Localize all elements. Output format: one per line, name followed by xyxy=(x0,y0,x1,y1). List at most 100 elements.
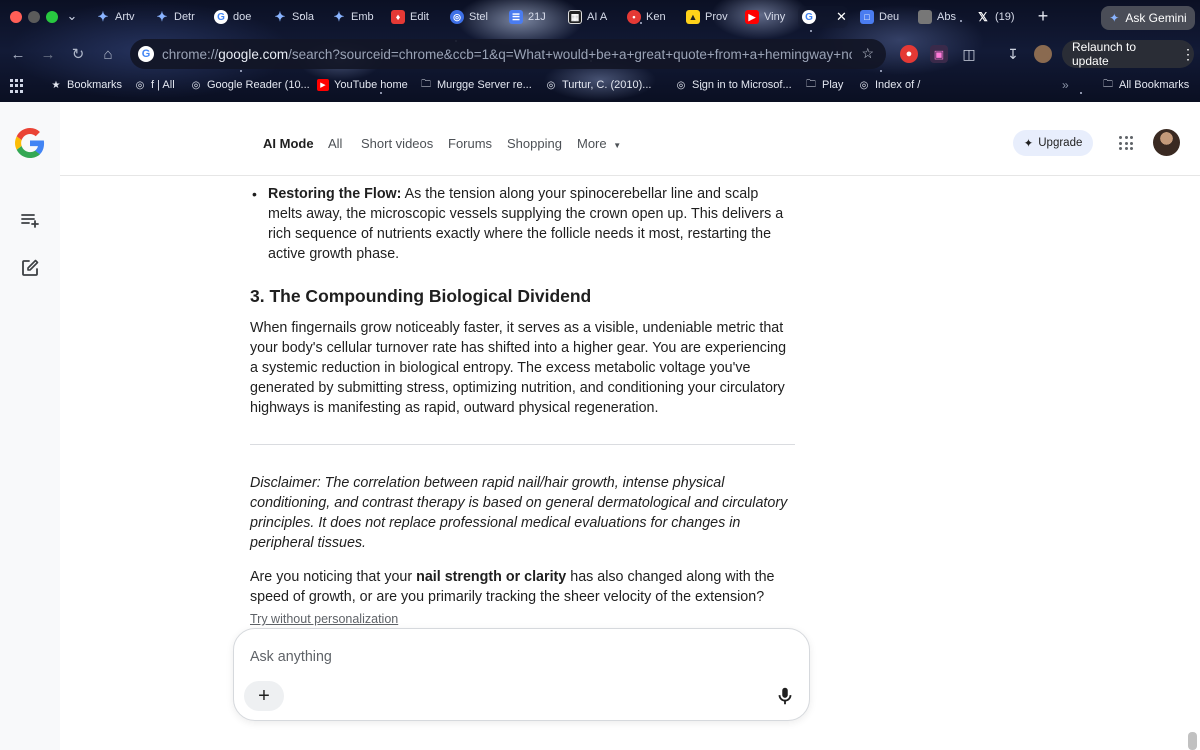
list-item: • Restoring the Flow: As the tension alo… xyxy=(252,184,795,264)
tab-5[interactable]: ♦ Edit xyxy=(391,6,435,28)
ask-box: + xyxy=(233,628,810,721)
history-list-icon[interactable] xyxy=(20,210,40,230)
search-header: AI Mode All Short videos Forums Shopping… xyxy=(60,102,1200,176)
bullet-text: Restoring the Flow: As the tension along… xyxy=(268,184,795,264)
address-url[interactable]: chrome://google.com/search?sourceid=chro… xyxy=(162,47,852,62)
bookmark-item-all-bookmarks[interactable]: 🗀 All Bookmarks xyxy=(1102,78,1189,92)
bookmark-label: f | All xyxy=(151,79,175,91)
ask-input[interactable] xyxy=(250,649,770,665)
upgrade-label: Upgrade xyxy=(1038,137,1083,149)
bookmark-item-youtube-home[interactable]: ▶ YouTube home xyxy=(317,79,408,91)
bookmark-item-google-reader[interactable]: ◎ Google Reader (10... xyxy=(190,79,310,91)
bookmark-item-index-of[interactable]: ◎ Index of / xyxy=(858,79,921,91)
maximize-window-button[interactable] xyxy=(46,11,58,23)
extensions-puzzle-icon[interactable]: ◫ xyxy=(960,45,978,63)
new-chat-edit-icon[interactable] xyxy=(20,258,40,278)
doc-blue-icon: □ xyxy=(860,10,874,24)
tab-label: Abs xyxy=(937,11,956,23)
tab-more-label: More xyxy=(577,136,607,151)
tab-1[interactable]: ✦ Detr xyxy=(155,6,199,28)
extension-camera-icon[interactable]: ▣ xyxy=(930,45,948,63)
answer-content: • Restoring the Flow: As the tension alo… xyxy=(250,184,795,607)
bookmark-item-f-all[interactable]: ◎ f | All xyxy=(134,79,175,91)
try-without-personalization-link[interactable]: Try without personalization xyxy=(250,612,398,626)
bookmark-label: Murgge Server re... xyxy=(437,79,532,91)
bookmark-item-bookmarks[interactable]: ★ Bookmarks xyxy=(50,79,123,91)
tab-2[interactable]: G doe xyxy=(214,6,258,28)
folder-icon: 🗀 xyxy=(1103,78,1113,90)
followup-pre: Are you noticing that your xyxy=(250,569,417,585)
tab-short-videos[interactable]: Short videos xyxy=(361,136,433,151)
star-icon: ★ xyxy=(51,79,61,91)
menu-kebab-icon[interactable]: ⋮ xyxy=(1181,46,1195,63)
apps-grid-icon[interactable] xyxy=(10,79,24,93)
extension-shield-icon[interactable]: ● xyxy=(900,45,918,63)
google-icon: G xyxy=(214,10,228,24)
new-tab-plus-icon[interactable]: + xyxy=(1033,6,1053,27)
tab-search-chevron-icon[interactable]: ⌄ xyxy=(64,8,80,24)
left-rail xyxy=(0,102,60,750)
close-tab-icon[interactable]: ✕ xyxy=(836,9,847,25)
tab-14[interactable]: Abs xyxy=(918,6,962,28)
microphone-icon[interactable] xyxy=(774,685,796,707)
bookmark-item-play[interactable]: 🗀 Play xyxy=(805,79,843,92)
gem-red-icon: ♦ xyxy=(391,10,405,24)
tab-10[interactable]: ▲ Prov xyxy=(686,6,730,28)
bookmarks-overflow-chevron-icon[interactable]: » xyxy=(1062,78,1069,92)
forward-arrow-icon[interactable]: → xyxy=(38,44,58,64)
ask-gemini-button[interactable]: ✦ Ask Gemini xyxy=(1101,6,1195,30)
minimize-window-button[interactable] xyxy=(28,11,40,23)
tab-more[interactable]: More ▼ xyxy=(577,136,621,151)
bookmark-item-murgge-server[interactable]: 🗀 Murgge Server re... xyxy=(420,79,532,92)
bookmark-label: Google Reader (10... xyxy=(207,79,310,91)
tab-3[interactable]: ✦ Sola xyxy=(273,6,317,28)
youtube-icon: ▶ xyxy=(745,10,759,24)
address-bar[interactable]: G chrome://google.com/search?sourceid=ch… xyxy=(130,39,886,69)
profile-avatar-icon[interactable] xyxy=(1034,45,1052,63)
tab-4[interactable]: ✦ Emb xyxy=(332,6,376,28)
tab-8[interactable]: ▦ AI A xyxy=(568,6,612,28)
tab-6[interactable]: ◎ Stel xyxy=(450,6,494,28)
tab-0[interactable]: ✦ Artv xyxy=(96,6,140,28)
tab-label: AI A xyxy=(587,11,608,23)
section-heading: 3. The Compounding Biological Dividend xyxy=(250,286,592,306)
gemini-icon: ✦ xyxy=(333,9,345,24)
yellow-icon: ▲ xyxy=(686,10,700,24)
bookmark-star-icon[interactable]: ☆ xyxy=(861,45,874,62)
tab-7[interactable]: ☰ 21J xyxy=(509,6,553,28)
red-circle-icon: • xyxy=(627,10,641,24)
page: AI Mode All Short videos Forums Shopping… xyxy=(0,102,1200,750)
download-icon[interactable]: ↧ xyxy=(1004,45,1022,63)
tab-9[interactable]: • Ken xyxy=(627,6,671,28)
add-attachment-button[interactable]: + xyxy=(244,681,284,711)
google-apps-icon[interactable] xyxy=(1119,136,1133,150)
profile-avatar[interactable] xyxy=(1153,129,1180,156)
tab-label: Prov xyxy=(705,11,728,23)
globe-icon: ◎ xyxy=(191,79,201,91)
tab-15[interactable]: 𝕏 (19) xyxy=(976,6,1020,28)
close-window-button[interactable] xyxy=(10,11,22,23)
tab-12-active[interactable]: G ✕ xyxy=(798,6,848,28)
upgrade-button[interactable]: ✦ Upgrade xyxy=(1013,130,1093,156)
tab-13[interactable]: □ Deu xyxy=(860,6,904,28)
tab-ai-mode[interactable]: AI Mode xyxy=(263,136,314,151)
tab-forums[interactable]: Forums xyxy=(448,136,492,151)
tab-all[interactable]: All xyxy=(328,136,342,151)
globe-icon: ◎ xyxy=(450,10,464,24)
bookmark-label: Turtur, C. (2010)... xyxy=(562,79,652,91)
bookmark-item-turtur[interactable]: ◎ Turtur, C. (2010)... xyxy=(545,79,652,91)
tab-shopping[interactable]: Shopping xyxy=(507,136,562,151)
tab-label: (19) xyxy=(995,11,1015,23)
google-logo-icon[interactable] xyxy=(15,128,45,158)
scrollbar-thumb[interactable] xyxy=(1188,732,1197,750)
tab-label: Viny xyxy=(764,11,786,23)
tab-strip: ⌄ ✦ Artv ✦ Detr G doe ✦ Sola ✦ Emb ♦ Edi… xyxy=(0,0,1200,34)
tab-11[interactable]: ▶ Viny xyxy=(745,6,789,28)
ask-gemini-label: Ask Gemini xyxy=(1125,11,1187,25)
reload-icon[interactable]: ↻ xyxy=(68,44,88,64)
home-icon[interactable]: ⌂ xyxy=(98,44,118,64)
bookmark-item-sign-in-microsoft[interactable]: ◎ Sign in to Microsof... xyxy=(675,79,792,91)
bookmark-label: Sign in to Microsof... xyxy=(692,79,792,91)
back-arrow-icon[interactable]: ← xyxy=(8,44,28,64)
relaunch-to-update-button[interactable]: Relaunch to update ⋮ xyxy=(1062,40,1195,68)
